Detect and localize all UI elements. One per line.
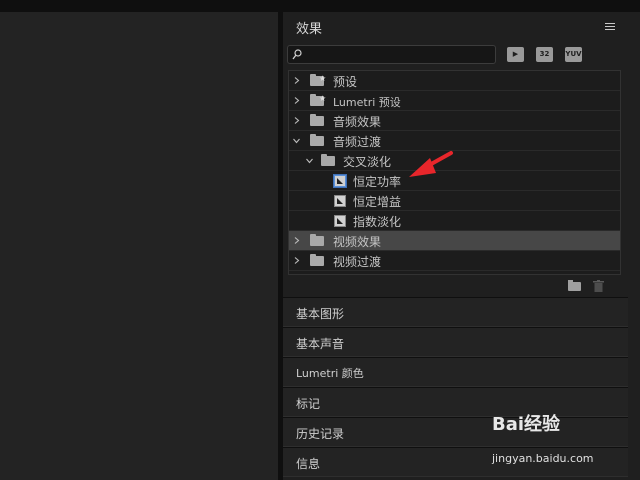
watermark-url: jingyan.baidu.com: [492, 452, 594, 465]
annotation-arrow: [409, 151, 453, 177]
watermark-logo: Bai经验: [492, 414, 561, 435]
